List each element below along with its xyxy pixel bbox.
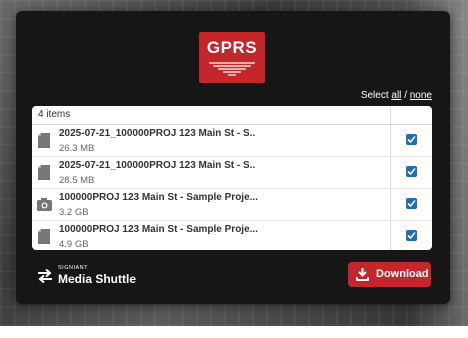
list-header: 4 items <box>32 106 432 125</box>
file-icon <box>38 133 50 148</box>
file-row[interactable]: 2025-07-21_100000PROJ 123 Main St - S.. … <box>32 125 432 157</box>
file-checkbox[interactable] <box>406 166 417 177</box>
file-size: 4.9 GB <box>59 239 89 250</box>
select-all-link[interactable]: all <box>391 90 401 101</box>
file-checkbox[interactable] <box>406 230 417 241</box>
download-icon <box>356 268 369 281</box>
file-checkbox[interactable] <box>406 198 417 209</box>
file-size: 26.3 MB <box>59 143 95 154</box>
media-shuttle-panel: GPRS Select all / none 4 items 2025-07-2… <box>16 11 450 304</box>
checkmark-icon <box>407 231 416 240</box>
download-button[interactable]: Download <box>348 262 431 287</box>
file-row[interactable]: 2025-07-21_100000PROJ 123 Main St - S.. … <box>32 157 432 189</box>
checkmark-icon <box>407 135 416 144</box>
select-label: Select <box>360 90 389 101</box>
camera-icon <box>37 198 52 211</box>
file-row[interactable]: 100000PROJ 123 Main St - Sample Proje...… <box>32 189 432 221</box>
file-icon <box>38 165 50 180</box>
brand-product: Media Shuttle <box>58 272 137 286</box>
file-name: 100000PROJ 123 Main St - Sample Proje... <box>59 224 258 235</box>
file-icon <box>38 229 50 244</box>
download-label: Download <box>376 268 429 280</box>
item-count: 4 items <box>38 109 71 120</box>
file-name: 100000PROJ 123 Main St - Sample Proje... <box>59 192 258 203</box>
file-checkbox[interactable] <box>406 134 417 145</box>
gprs-logo: GPRS <box>199 32 265 83</box>
file-row[interactable]: 100000PROJ 123 Main St - Sample Proje...… <box>32 221 432 250</box>
select-separator: / <box>404 90 407 101</box>
file-list: 4 items 2025-07-21_100000PROJ 123 Main S… <box>32 106 432 250</box>
select-controls: Select all / none <box>361 90 432 101</box>
logo-text: GPRS <box>206 38 258 57</box>
file-size: 28.5 MB <box>59 175 95 186</box>
checkmark-icon <box>407 199 416 208</box>
file-name: 2025-07-21_100000PROJ 123 Main St - S.. <box>59 160 256 171</box>
transfer-arrows-icon <box>38 269 52 283</box>
file-size: 3.2 GB <box>59 207 89 218</box>
file-name: 2025-07-21_100000PROJ 123 Main St - S.. <box>59 128 256 139</box>
logo-chevron-icon <box>209 62 255 76</box>
brand-company: SIGNIANT <box>58 265 88 271</box>
checkmark-icon <box>407 167 416 176</box>
select-none-link[interactable]: none <box>410 90 432 101</box>
